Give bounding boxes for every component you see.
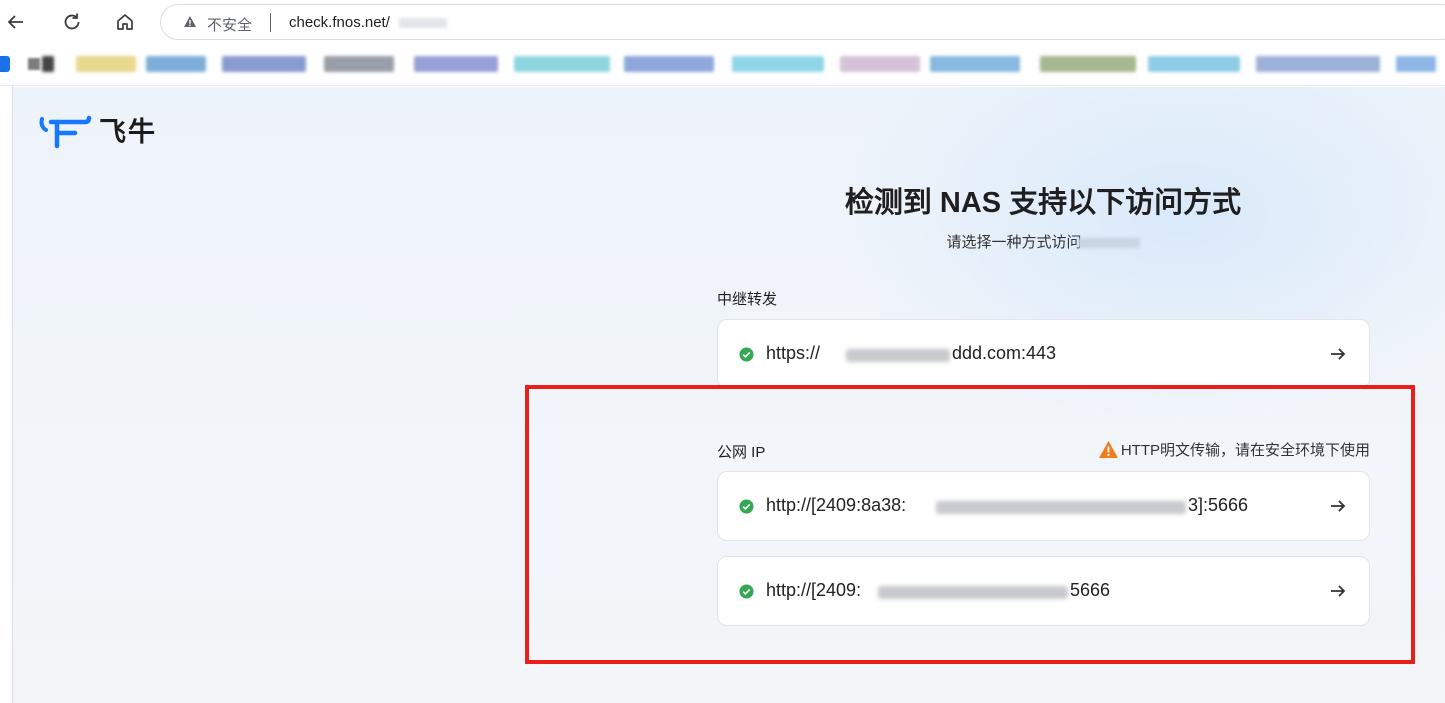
bookmark-item[interactable]	[324, 56, 394, 72]
access-url: https://	[766, 343, 821, 363]
bull-horns-logo-icon	[39, 115, 92, 149]
bookmark-item[interactable]	[146, 56, 206, 72]
highlight-box	[525, 385, 1415, 664]
page-title: 检测到 NAS 支持以下访问方式	[844, 187, 1242, 219]
browser-toolbar: 不安全 check.fnos.net/	[0, 0, 1445, 44]
bookmark-item[interactable]	[1256, 56, 1380, 72]
bookmark-item[interactable]	[732, 56, 824, 72]
access-url-tail: ddd.com:443	[952, 343, 1057, 363]
access-card-relay[interactable]: https:// ddd.com:443	[717, 319, 1370, 389]
url-text[interactable]: check.fnos.net/	[289, 14, 390, 31]
bookmark-item[interactable]	[840, 56, 920, 72]
bookmark-icon	[0, 56, 10, 72]
address-bar[interactable]: 不安全 check.fnos.net/	[160, 4, 1445, 40]
bookmark-item[interactable]	[1148, 56, 1240, 72]
home-icon	[117, 14, 133, 30]
home-button[interactable]	[111, 8, 139, 36]
bookmark-item[interactable]	[222, 56, 306, 72]
bookmark-item[interactable]	[414, 56, 498, 72]
back-button[interactable]	[2, 8, 30, 36]
url-redacted	[399, 18, 447, 28]
brand-logo[interactable]: 飞牛	[37, 109, 157, 149]
bookmark-item[interactable]	[76, 56, 136, 72]
url-redacted	[846, 349, 950, 362]
subtitle-redacted	[1077, 238, 1140, 249]
bookmark-item[interactable]	[624, 56, 714, 72]
subtitle-text: 请选择一种方式访问	[946, 234, 1082, 251]
reload-button[interactable]	[58, 8, 86, 36]
back-arrow-icon	[7, 15, 23, 29]
check-circle-icon	[739, 347, 754, 362]
brand-name: 飞牛	[99, 116, 157, 148]
reload-icon	[64, 13, 80, 30]
bookmark-item[interactable]	[930, 56, 1020, 72]
bookmark-item[interactable]	[1396, 56, 1436, 72]
address-divider	[270, 13, 271, 32]
bookmarks-bar	[0, 44, 1445, 86]
bookmark-icon	[28, 58, 40, 70]
arrow-right-icon	[1331, 348, 1346, 360]
bookmark-item[interactable]	[1040, 56, 1136, 72]
section-label-relay: 中继转发	[717, 291, 778, 308]
page-subtitle: 请选择一种方式访问	[718, 231, 1368, 252]
bookmark-item[interactable]	[42, 56, 54, 72]
security-status[interactable]: 不安全	[207, 14, 252, 35]
warning-icon	[184, 16, 196, 27]
bookmark-item[interactable]	[514, 56, 610, 72]
